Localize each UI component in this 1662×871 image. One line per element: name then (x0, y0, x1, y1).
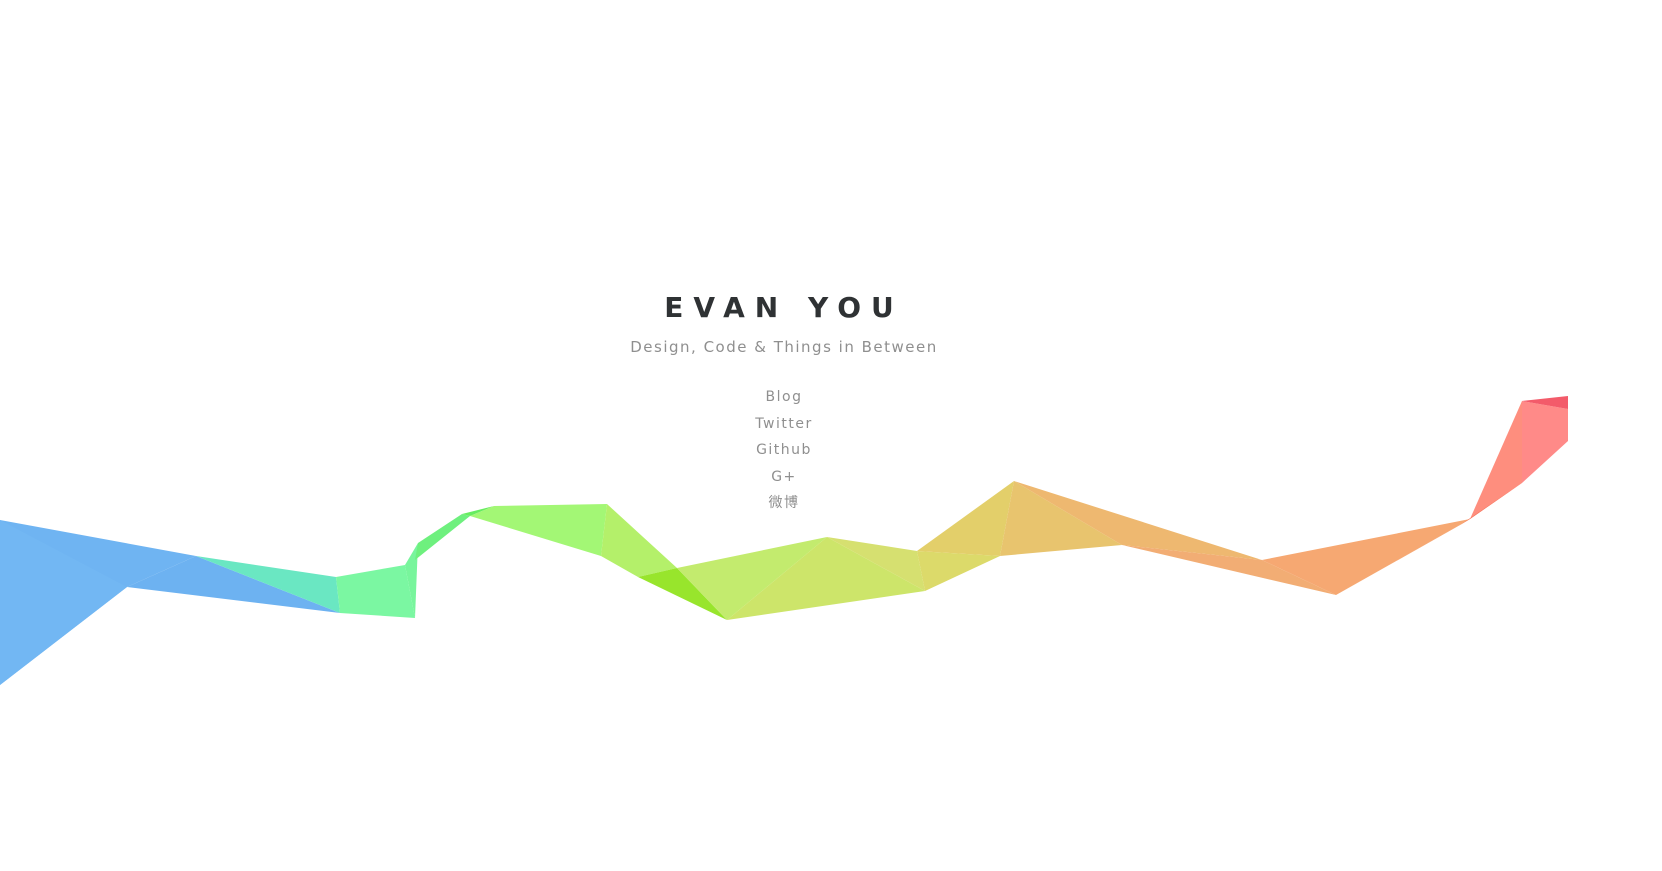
link-item-github: Github (0, 439, 1568, 466)
ribbon-shard (917, 551, 1000, 591)
social-links: Blog Twitter Github G+ 微博 (0, 386, 1568, 519)
blog-link[interactable]: Blog (766, 389, 803, 405)
tagline: Design, Code & Things in Between (630, 338, 938, 356)
ribbon-shard (415, 514, 470, 560)
ribbon-shard (336, 565, 415, 618)
twitter-link[interactable]: Twitter (755, 416, 812, 432)
link-item-gplus: G+ (0, 466, 1568, 493)
link-item-twitter: Twitter (0, 413, 1568, 440)
weibo-link[interactable]: 微博 (769, 495, 800, 511)
link-item-weibo: 微博 (0, 492, 1568, 519)
github-link[interactable]: Github (756, 442, 812, 458)
site-title: EVAN YOU (664, 291, 904, 324)
gplus-link[interactable]: G+ (771, 469, 797, 485)
link-item-blog: Blog (0, 386, 1568, 413)
